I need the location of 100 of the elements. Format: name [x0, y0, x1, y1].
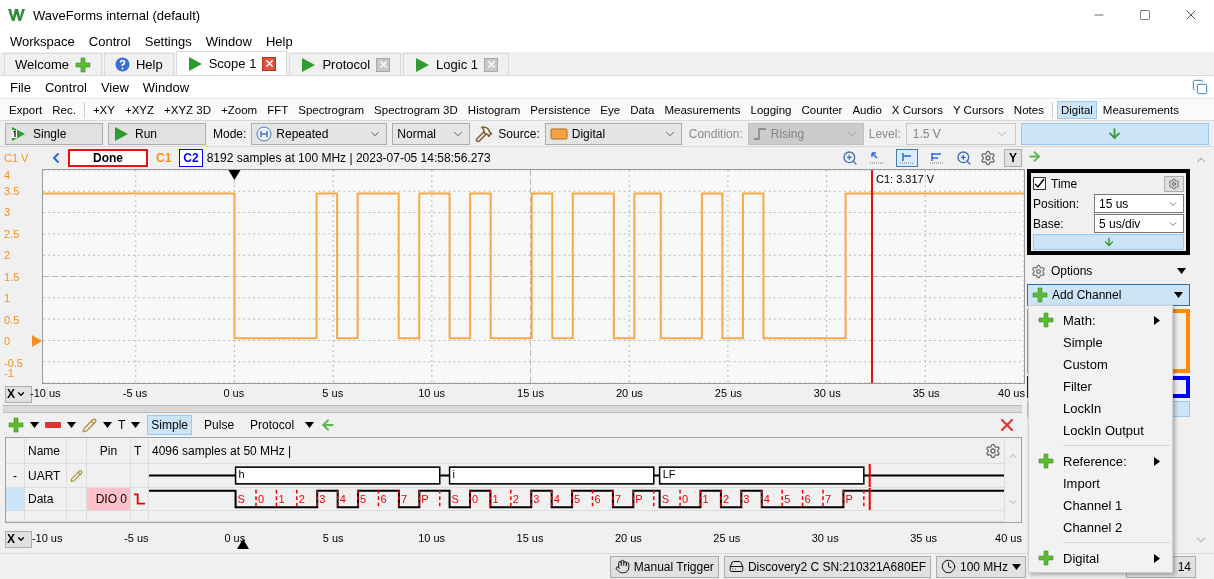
toolbar-item[interactable]: Rec. [48, 100, 80, 119]
axis-label: 0 [4, 335, 11, 347]
toolbar-item[interactable]: Spectrogram [294, 100, 369, 119]
toolbar-item[interactable]: Y Cursors [948, 100, 1008, 119]
options-menu[interactable]: Options [1051, 264, 1093, 278]
toolbar-item[interactable]: Logging [746, 100, 796, 119]
position-dropdown[interactable]: 15 us [1094, 194, 1184, 213]
menu-item[interactable]: Import [1029, 472, 1172, 494]
menu-item[interactable]: Window [198, 33, 259, 49]
tab[interactable]: Welcome [4, 53, 102, 75]
toolbar-item[interactable]: +XYZ [120, 100, 159, 119]
toolbar-item[interactable]: Histogram [463, 100, 525, 119]
panel-toggle[interactable]: Measurements [1098, 100, 1183, 119]
menu-item[interactable]: Help [258, 33, 300, 49]
menu-item[interactable]: File [3, 79, 38, 95]
view-toggle[interactable]: Simple [147, 415, 193, 435]
zoom-icon[interactable] [956, 150, 972, 166]
status-button[interactable]: Discovery2 C SN:210321A680EF [723, 555, 931, 578]
trigger-marker-icon[interactable] [228, 170, 241, 180]
bit-marker [632, 489, 635, 509]
x-axis-button[interactable]: X [5, 530, 32, 548]
window-icon[interactable] [1192, 79, 1208, 95]
time-checkbox[interactable] [1033, 177, 1046, 190]
mode-dropdown[interactable]: Repeated [251, 122, 388, 145]
menu-item[interactable]: Channel 2 [1029, 516, 1172, 538]
caret-icon[interactable] [1177, 268, 1186, 274]
axis-label: -1 [4, 367, 14, 380]
base-dropdown[interactable]: 5 us/div [1094, 214, 1184, 233]
arrow-button[interactable] [1020, 122, 1209, 145]
capture-info: 4096 samples at 50 MHz | [152, 443, 292, 458]
toolbar-item[interactable]: X Cursors [887, 100, 947, 119]
channel-tag[interactable]: C2 [179, 149, 203, 167]
settings-button[interactable] [1164, 175, 1184, 192]
source-dropdown[interactable]: Digital [544, 122, 682, 145]
tab[interactable]: Help [103, 53, 174, 75]
toolbar-item[interactable]: Counter [797, 100, 847, 119]
menu-item[interactable]: Control [37, 79, 94, 95]
bit-marker [781, 489, 783, 509]
add-channel-button[interactable]: Add Channel [1027, 284, 1190, 306]
trigger-menu[interactable]: T [118, 418, 126, 432]
view-toggle[interactable]: Pulse [200, 415, 239, 435]
menu-item[interactable]: Channel 1 [1029, 494, 1172, 516]
toolbar-item[interactable]: +Zoom [217, 100, 262, 119]
menu-item[interactable]: Control [81, 33, 138, 49]
toolbar-item[interactable]: Spectrogram 3D [370, 100, 462, 119]
menu-item[interactable]: View [93, 79, 136, 95]
menu-item[interactable]: LockIn Output [1029, 419, 1172, 441]
single-button[interactable]: Single [5, 122, 103, 145]
menu-item[interactable]: Digital [1029, 547, 1172, 569]
toolbar-item[interactable]: FFT [263, 100, 293, 119]
view-toggle[interactable]: Protocol [246, 415, 299, 435]
menu-item[interactable]: Filter [1029, 375, 1172, 397]
menu-item[interactable]: Custom [1029, 353, 1172, 375]
toolbar-item[interactable]: +XY [88, 100, 119, 119]
decoded-byte: i [452, 468, 455, 480]
menu-item[interactable]: Settings [137, 33, 199, 49]
axis-label: 5 us [322, 532, 344, 544]
settings-icon[interactable] [980, 150, 996, 166]
status-button[interactable]: Manual Trigger [609, 555, 719, 578]
bit-marker [336, 489, 339, 509]
edit-icon[interactable] [82, 417, 97, 433]
zoom-icon[interactable] [842, 150, 858, 166]
hammer-icon[interactable] [475, 124, 494, 143]
menu-item[interactable]: Reference: [1029, 450, 1172, 472]
toolbar-item[interactable]: Notes [1009, 100, 1048, 119]
tab[interactable]: Scope 1 [175, 51, 288, 75]
arrow-icon[interactable] [1027, 149, 1042, 164]
edit-icon[interactable] [70, 468, 83, 483]
maximize-icon[interactable] [1139, 9, 1151, 21]
panel-toggle[interactable]: Digital [1056, 100, 1097, 119]
acquisition-info: 8192 samples at 100 MHz | 2023-07-05 14:58:56.273 [206, 151, 491, 165]
toolbar-item[interactable]: +XYZ 3D [160, 100, 216, 119]
axis-label: 25 us [713, 532, 741, 544]
toolbar-item[interactable]: Measurements [660, 100, 745, 119]
toolbar-item[interactable]: Export [5, 100, 47, 119]
menu-item[interactable]: Workspace [3, 33, 82, 49]
row-marker[interactable] [6, 488, 25, 510]
x-axis-button[interactable]: X [5, 385, 32, 403]
add-icon[interactable] [8, 417, 24, 433]
run-button[interactable]: Run [108, 122, 206, 145]
scrollbar[interactable] [1004, 438, 1021, 522]
align-tool-icon[interactable] [896, 149, 918, 167]
menu-item[interactable]: Window [135, 79, 197, 95]
tab[interactable]: Protocol [289, 53, 402, 75]
trigger-type-dropdown[interactable]: Normal [392, 122, 471, 145]
toolbar-item[interactable]: Data [626, 100, 659, 119]
toolbar-item[interactable]: Audio [848, 100, 886, 119]
tab[interactable]: Logic 1 [403, 53, 510, 75]
bit-label: 1 [492, 493, 499, 505]
toolbar-item[interactable]: Persistence [526, 100, 595, 119]
bit-marker [377, 489, 380, 509]
menu-item[interactable]: Simple [1029, 331, 1172, 353]
menu-item[interactable]: LockIn [1029, 397, 1172, 419]
status-button[interactable]: 100 MHz [935, 555, 1026, 578]
menu-item[interactable]: Math: [1029, 309, 1172, 331]
close-icon[interactable] [262, 56, 277, 71]
toolbar-item[interactable]: Eye [596, 100, 625, 119]
help-icon [114, 57, 130, 72]
y-button[interactable]: Y [1004, 149, 1022, 167]
settings-icon[interactable] [985, 442, 1001, 459]
